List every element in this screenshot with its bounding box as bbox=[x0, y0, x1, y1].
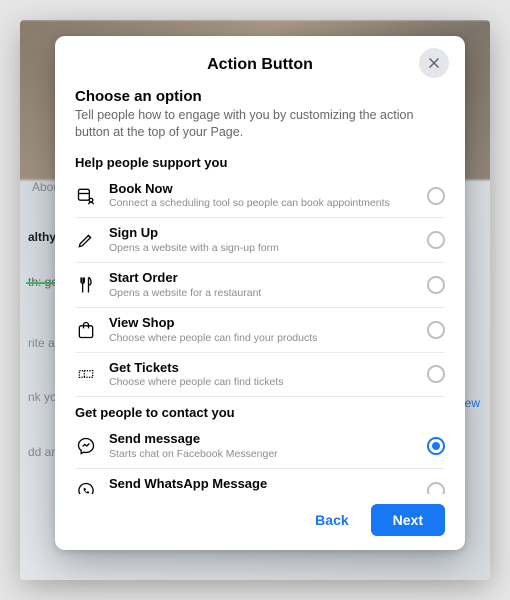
radio-whatsapp[interactable] bbox=[427, 482, 445, 494]
radio-send-message[interactable] bbox=[427, 437, 445, 455]
radio-start-order[interactable] bbox=[427, 276, 445, 294]
bg-text: dd an bbox=[28, 445, 58, 459]
option-desc: Choose where people can find tickets bbox=[109, 376, 415, 389]
option-send-message[interactable]: Send message Starts chat on Facebook Mes… bbox=[75, 424, 445, 469]
calendar-user-icon bbox=[75, 185, 97, 207]
bg-text: althy bbox=[28, 230, 56, 244]
group-label-support: Help people support you bbox=[75, 155, 445, 170]
option-desc: Choose where people can find your produc… bbox=[109, 332, 415, 345]
radio-get-tickets[interactable] bbox=[427, 365, 445, 383]
modal-footer: Back Next bbox=[75, 494, 445, 536]
shopping-bag-icon bbox=[75, 319, 97, 341]
option-desc: Opens a website with a sign-up form bbox=[109, 242, 415, 255]
option-get-tickets[interactable]: Get Tickets Choose where people can find… bbox=[75, 353, 445, 398]
option-title: View Shop bbox=[109, 315, 415, 331]
close-button[interactable] bbox=[419, 48, 449, 78]
modal-header: Action Button bbox=[75, 50, 445, 88]
group-label-contact: Get people to contact you bbox=[75, 405, 445, 420]
option-book-now[interactable]: Book Now Connect a scheduling tool so pe… bbox=[75, 174, 445, 219]
option-desc: Starts chat on Facebook Messenger bbox=[109, 448, 415, 461]
option-whatsapp[interactable]: Send WhatsApp Message Starts chat throug… bbox=[75, 469, 445, 494]
option-title: Book Now bbox=[109, 181, 415, 197]
pencil-icon bbox=[75, 229, 97, 251]
back-button[interactable]: Back bbox=[301, 504, 362, 536]
option-title: Start Order bbox=[109, 270, 415, 286]
ticket-icon bbox=[75, 363, 97, 385]
radio-book-now[interactable] bbox=[427, 187, 445, 205]
next-button[interactable]: Next bbox=[371, 504, 445, 536]
modal-title: Action Button bbox=[207, 56, 313, 74]
close-icon bbox=[427, 56, 441, 70]
option-title: Get Tickets bbox=[109, 360, 415, 376]
messenger-icon bbox=[75, 435, 97, 457]
option-start-order[interactable]: Start Order Opens a website for a restau… bbox=[75, 263, 445, 308]
section-heading: Choose an option bbox=[75, 88, 445, 105]
option-title: Send WhatsApp Message bbox=[109, 476, 415, 492]
options-list: Help people support you Book Now Connect… bbox=[75, 151, 445, 494]
option-title: Send message bbox=[109, 431, 415, 447]
option-desc: Opens a website for a restaurant bbox=[109, 287, 415, 300]
option-desc: Connect a scheduling tool so people can … bbox=[109, 197, 415, 210]
utensils-icon bbox=[75, 274, 97, 296]
action-button-modal: Action Button Choose an option Tell peop… bbox=[55, 36, 465, 550]
bg-text: rite a bbox=[28, 336, 55, 350]
option-title: Sign Up bbox=[109, 225, 415, 241]
whatsapp-icon bbox=[75, 480, 97, 494]
section-subtitle: Tell people how to engage with you by cu… bbox=[75, 107, 445, 141]
radio-view-shop[interactable] bbox=[427, 321, 445, 339]
option-sign-up[interactable]: Sign Up Opens a website with a sign-up f… bbox=[75, 218, 445, 263]
radio-sign-up[interactable] bbox=[427, 231, 445, 249]
option-view-shop[interactable]: View Shop Choose where people can find y… bbox=[75, 308, 445, 353]
